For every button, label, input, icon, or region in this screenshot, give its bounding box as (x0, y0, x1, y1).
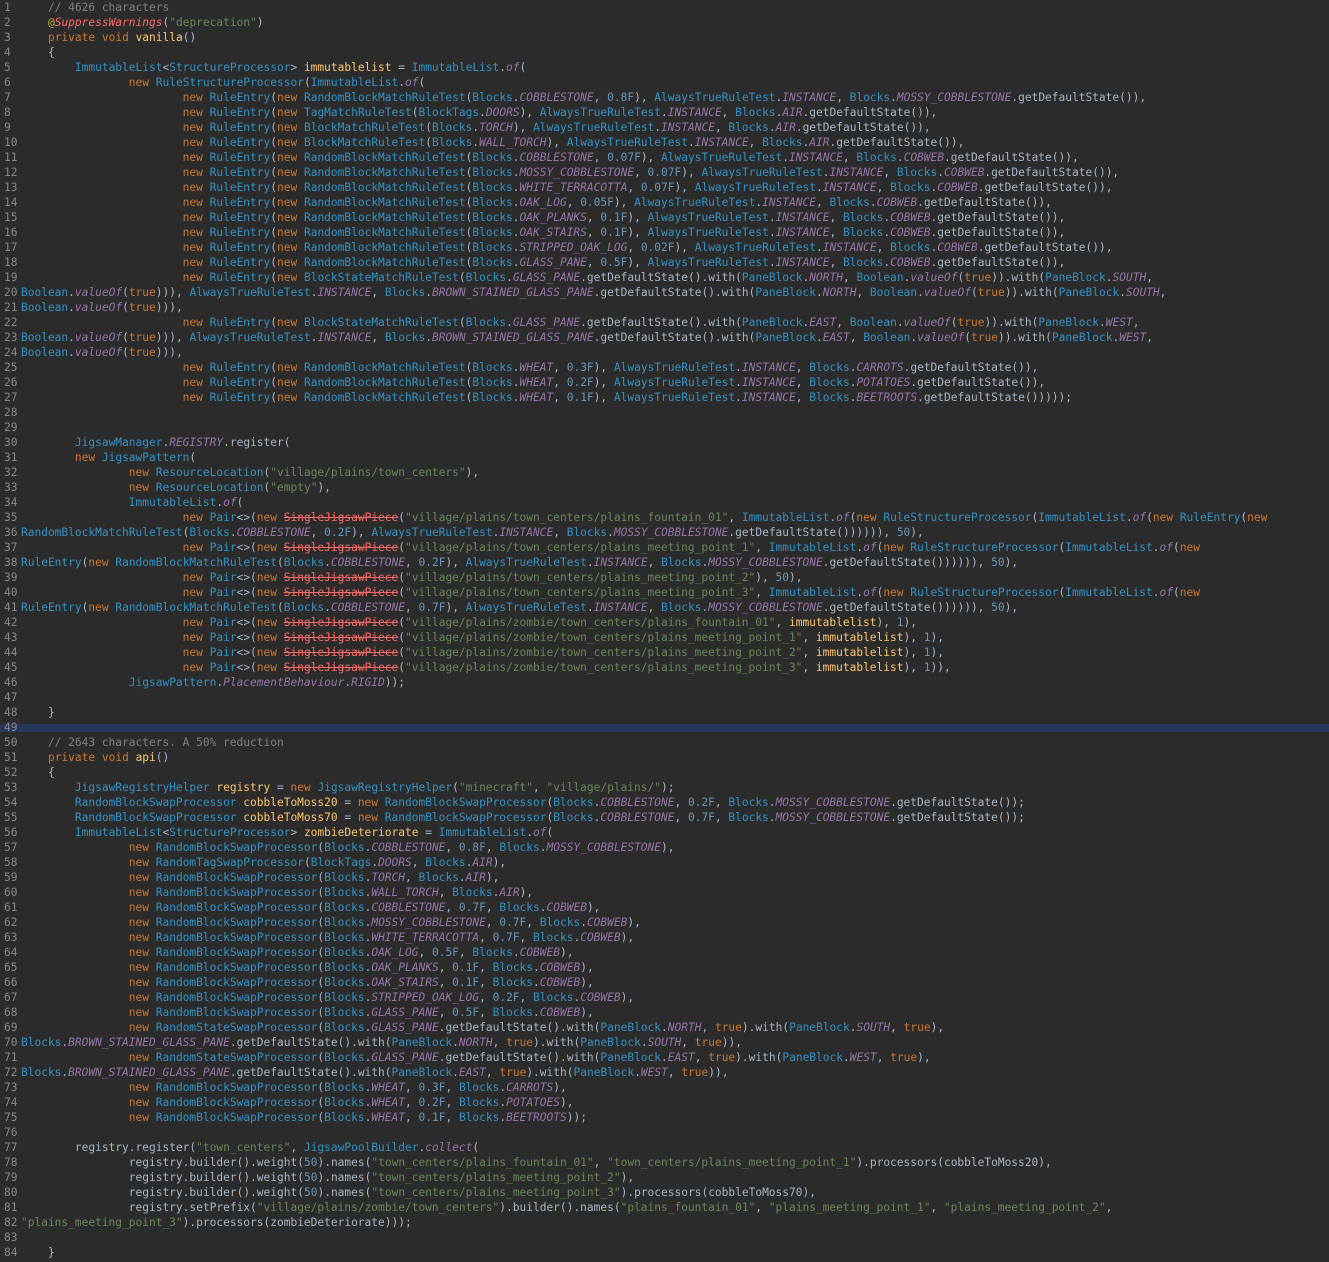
code-editor[interactable]: 1 // 4626 characters 2 @SuppressWarnings(… (0, 0, 1329, 1262)
code-line[interactable]: new Pair<>(new SingleJigsawPiece("villag… (21, 615, 917, 630)
code-line[interactable]: new RuleStructureProcessor(ImmutableList… (21, 75, 425, 90)
line-number: 76 (4, 1126, 18, 1139)
code-line[interactable]: new RuleEntry(new TagMatchRuleTest(Block… (21, 105, 938, 120)
code-line[interactable]: Boolean.valueOf(true))), (21, 300, 183, 315)
code-line[interactable]: Blocks.BROWN_STAINED_GLASS_PANE.getDefau… (21, 1035, 742, 1050)
code-line[interactable]: new RandomBlockSwapProcessor(Blocks.WHIT… (21, 930, 634, 945)
code-line[interactable]: new Pair<>(new SingleJigsawPiece("villag… (21, 660, 951, 675)
code-line[interactable]: new RuleEntry(new RandomBlockMatchRuleTe… (21, 240, 1113, 255)
code-line[interactable]: new Pair<>(new SingleJigsawPiece("villag… (21, 585, 1200, 600)
code-line[interactable]: new RuleEntry(new BlockMatchRuleTest(Blo… (21, 120, 931, 135)
code-line[interactable]: new RandomBlockSwapProcessor(Blocks.OAK_… (21, 945, 574, 960)
code-line[interactable]: new RuleEntry(new RandomBlockMatchRuleTe… (21, 360, 1039, 375)
code-line[interactable]: new RandomBlockSwapProcessor(Blocks.COBB… (21, 900, 601, 915)
line-number: 47 (4, 691, 18, 704)
code-line[interactable]: new RuleEntry(new RandomBlockMatchRuleTe… (21, 390, 1072, 405)
code-line[interactable]: new RuleEntry(new RandomBlockMatchRuleTe… (21, 90, 1146, 105)
code-line[interactable]: new RuleEntry(new RandomBlockMatchRuleTe… (21, 210, 1066, 225)
code-line[interactable]: { (21, 45, 55, 60)
code-line[interactable]: new RandomBlockSwapProcessor(Blocks.TORC… (21, 870, 500, 885)
code-line[interactable]: new RandomBlockSwapProcessor(Blocks.WHEA… (21, 1095, 574, 1110)
code-line[interactable]: new RandomBlockSwapProcessor(Blocks.MOSS… (21, 915, 641, 930)
code-line[interactable]: Boolean.valueOf(true))), AlwaysTrueRuleT… (21, 285, 1166, 300)
method-separator-highlight (0, 724, 1329, 732)
code-line[interactable]: new Pair<>(new SingleJigsawPiece("villag… (21, 645, 944, 660)
code-line[interactable]: new RuleEntry(new RandomBlockMatchRuleTe… (21, 255, 1066, 270)
code-line[interactable]: new RuleEntry(new RandomBlockMatchRuleTe… (21, 225, 1066, 240)
code-line[interactable]: Boolean.valueOf(true))), (21, 345, 183, 360)
code-line[interactable]: new RandomBlockSwapProcessor(Blocks.GLAS… (21, 1005, 594, 1020)
code-line[interactable]: new Pair<>(new SingleJigsawPiece("villag… (21, 510, 1268, 525)
code-line[interactable]: { (21, 765, 55, 780)
code-line[interactable]: new Pair<>(new SingleJigsawPiece("villag… (21, 540, 1200, 555)
code-line[interactable]: private void api() (21, 750, 169, 765)
code-line[interactable]: registry.setPrefix("village/plains/zombi… (21, 1200, 1113, 1215)
code-line[interactable]: registry.builder().weight(50).names("tow… (21, 1155, 1052, 1170)
code-line[interactable]: new RuleEntry(new BlockStateMatchRuleTes… (21, 270, 1153, 285)
code-line[interactable]: // 2643 characters. A 50% reduction (21, 735, 284, 750)
code-line[interactable]: RuleEntry(new RandomBlockMatchRuleTest(B… (21, 600, 1018, 615)
code-line[interactable]: // 4626 characters (21, 0, 169, 15)
code-line[interactable]: new RandomTagSwapProcessor(BlockTags.DOO… (21, 855, 506, 870)
code-line[interactable]: new RuleEntry(new RandomBlockMatchRuleTe… (21, 180, 1113, 195)
code-line[interactable]: new ResourceLocation("empty"), (21, 480, 331, 495)
code-line[interactable]: JigsawManager.REGISTRY.register( (21, 435, 291, 450)
line-number: 29 (4, 421, 18, 434)
code-line[interactable]: RandomBlockMatchRuleTest(Blocks.COBBLEST… (21, 525, 924, 540)
code-line[interactable]: RandomBlockSwapProcessor cobbleToMoss70 … (21, 810, 1025, 825)
code-line[interactable]: private void vanilla() (21, 30, 196, 45)
code-line[interactable]: new RandomStateSwapProcessor(Blocks.GLAS… (21, 1020, 944, 1035)
line-number: 83 (4, 1231, 18, 1244)
code-line[interactable]: Blocks.BROWN_STAINED_GLASS_PANE.getDefau… (21, 1065, 728, 1080)
code-line[interactable]: new ResourceLocation("village/plains/tow… (21, 465, 479, 480)
code-line[interactable]: new RuleEntry(new RandomBlockMatchRuleTe… (21, 150, 1079, 165)
code-line[interactable]: @SuppressWarnings("deprecation") (21, 15, 264, 30)
code-line[interactable]: } (21, 1245, 55, 1260)
code-line[interactable]: new RandomBlockSwapProcessor(Blocks.OAK_… (21, 975, 594, 990)
code-line[interactable]: new RuleEntry(new RandomBlockMatchRuleTe… (21, 375, 1045, 390)
code-line[interactable]: new RuleEntry(new BlockMatchRuleTest(Blo… (21, 135, 965, 150)
code-line[interactable]: new RandomStateSwapProcessor(Blocks.GLAS… (21, 1050, 931, 1065)
code-line[interactable]: registry.builder().weight(50).names("tow… (21, 1170, 634, 1185)
code-line[interactable]: ImmutableList<StructureProcessor> immuta… (21, 60, 526, 75)
code-line[interactable]: new RandomBlockSwapProcessor(Blocks.OAK_… (21, 960, 594, 975)
line-number: 28 (4, 406, 18, 419)
code-line[interactable]: new RuleEntry(new BlockStateMatchRuleTes… (21, 315, 1140, 330)
code-line[interactable]: new RandomBlockSwapProcessor(Blocks.WHEA… (21, 1110, 587, 1125)
code-line[interactable]: "plains_meeting_point_3").processors(zom… (21, 1215, 412, 1230)
code-line[interactable]: registry.register("town_centers", Jigsaw… (21, 1140, 479, 1155)
code-line[interactable]: new RandomBlockSwapProcessor(Blocks.WHEA… (21, 1080, 567, 1095)
code-line[interactable]: RuleEntry(new RandomBlockMatchRuleTest(B… (21, 555, 1018, 570)
code-line[interactable]: } (21, 705, 55, 720)
code-line[interactable]: new JigsawPattern( (21, 450, 196, 465)
code-line[interactable]: new RandomBlockSwapProcessor(Blocks.COBB… (21, 840, 675, 855)
line-number: 49 (4, 721, 18, 734)
code-line[interactable]: new RuleEntry(new RandomBlockMatchRuleTe… (21, 195, 1052, 210)
code-line[interactable]: new RandomBlockSwapProcessor(Blocks.WALL… (21, 885, 533, 900)
code-line[interactable]: new Pair<>(new SingleJigsawPiece("villag… (21, 570, 803, 585)
code-line[interactable]: new Pair<>(new SingleJigsawPiece("villag… (21, 630, 944, 645)
code-line[interactable]: JigsawPattern.PlacementBehaviour.RIGID))… (21, 675, 405, 690)
code-line[interactable]: ImmutableList<StructureProcessor> zombie… (21, 825, 553, 840)
code-line[interactable]: RandomBlockSwapProcessor cobbleToMoss20 … (21, 795, 1025, 810)
code-line[interactable]: registry.builder().weight(50).names("tow… (21, 1185, 816, 1200)
code-line[interactable]: new RuleEntry(new RandomBlockMatchRuleTe… (21, 165, 1120, 180)
code-line[interactable]: Boolean.valueOf(true))), AlwaysTrueRuleT… (21, 330, 1153, 345)
code-line[interactable]: JigsawRegistryHelper registry = new Jigs… (21, 780, 675, 795)
code-line[interactable]: new RandomBlockSwapProcessor(Blocks.STRI… (21, 990, 634, 1005)
code-line[interactable]: ImmutableList.of( (21, 495, 244, 510)
